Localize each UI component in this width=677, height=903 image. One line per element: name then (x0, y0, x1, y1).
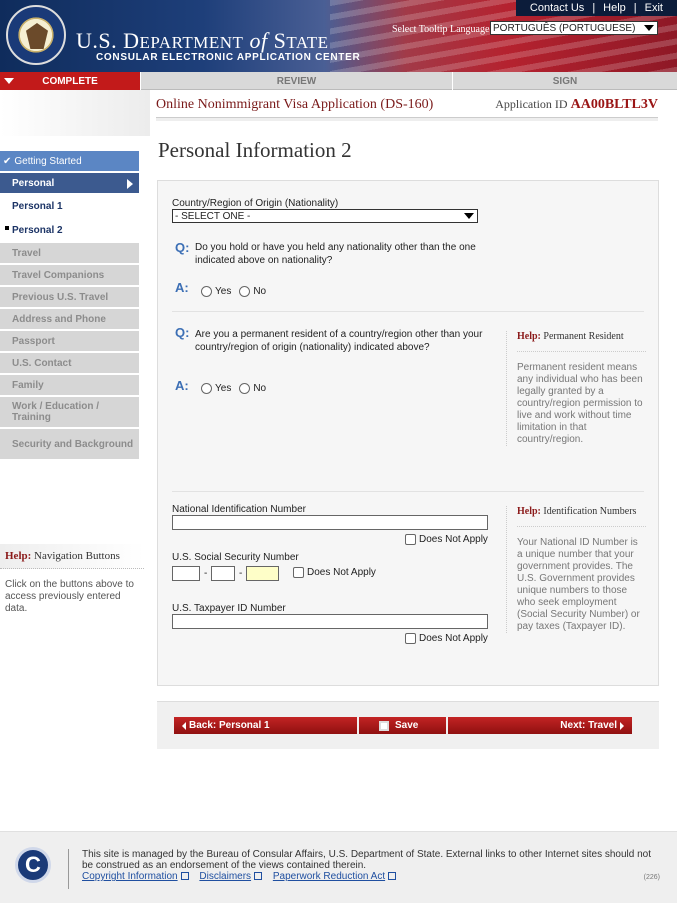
permanent-resident-radio-group: Yes No (201, 383, 274, 394)
page-code: (226) (643, 874, 660, 881)
page-title: Personal Information 2 (158, 138, 352, 162)
tin-does-not-apply-checkbox[interactable] (405, 633, 416, 644)
top-links: Contact Us | Help | Exit (515, 0, 677, 16)
sidebar-item-personal-1[interactable]: Personal 1 (0, 195, 139, 219)
permanent-resident-help: Help: Permanent Resident Permanent resid… (506, 331, 646, 446)
ssn-part-2-input[interactable] (211, 566, 235, 581)
sidebar-item-address-phone: Address and Phone (0, 309, 139, 331)
sidebar-item-previous-travel: Previous U.S. Travel (0, 287, 139, 309)
eagle-icon (26, 23, 48, 49)
footer-text: This site is managed by the Bureau of Co… (82, 849, 651, 871)
sidebar-nav: ✔ Getting Started Personal Personal 1 Per… (0, 151, 139, 461)
ssn-part-3-input[interactable] (246, 566, 279, 581)
other-nationality-question: Do you hold or have you held any nationa… (195, 242, 476, 266)
other-nationality-no-radio[interactable] (239, 286, 251, 297)
ssn-does-not-apply-checkbox[interactable] (293, 567, 304, 578)
external-link-icon (388, 872, 397, 880)
next-button[interactable]: Next: Travel (448, 717, 632, 734)
divider (172, 491, 644, 492)
checkmark-icon: ✔ (3, 155, 12, 167)
chevron-down-icon (464, 213, 474, 219)
arrow-left-icon (182, 721, 186, 730)
tin-does-not-apply: Does Not Apply (405, 633, 488, 644)
divider (156, 117, 658, 121)
application-id-value: AA00BLTL3V (570, 97, 658, 112)
chevron-right-icon (127, 179, 133, 189)
ssn-part-1-input[interactable] (172, 566, 200, 581)
permanent-resident-question: Are you a permanent resident of a countr… (195, 329, 483, 353)
sidebar-item-us-contact: U.S. Contact (0, 353, 139, 375)
divider (68, 849, 69, 889)
copyright-link[interactable]: Copyright Information (82, 871, 189, 882)
tooltip-language-select[interactable]: PORTUGUÊS (PORTUGUESE) (490, 21, 658, 35)
button-bar: Back: Personal 1 Save Next: Travel (157, 701, 659, 749)
national-id-does-not-apply-checkbox[interactable] (405, 534, 416, 545)
sidebar-item-travel: Travel (0, 243, 139, 265)
tooltip-language-label: Select Tooltip Language (392, 24, 490, 35)
step-complete: COMPLETE (0, 72, 141, 90)
site-header: U.S. DEPARTMENT of STATE CONSULAR ELECTR… (0, 0, 677, 72)
nationality-select[interactable]: - SELECT ONE - (172, 209, 478, 223)
question-marker: Q: (175, 325, 190, 340)
back-button[interactable]: Back: Personal 1 (174, 717, 357, 734)
answer-marker: A: (175, 378, 189, 393)
arrow-right-icon (620, 721, 624, 730)
sidebar-item-personal[interactable]: Personal (0, 173, 139, 195)
application-id: Application ID AA00BLTL3V (495, 97, 658, 112)
paperwork-reduction-link[interactable]: Paperwork Reduction Act (273, 871, 397, 882)
divider (172, 311, 644, 312)
navigation-help: Help: Navigation Buttons Click on the bu… (0, 544, 144, 625)
form-panel: Country/Region of Origin (Nationality) -… (157, 180, 659, 686)
nationality-label: Country/Region of Origin (Nationality) (172, 198, 339, 209)
bullet-icon (5, 226, 9, 230)
consular-affairs-logo-icon: C (15, 847, 51, 883)
exit-link[interactable]: Exit (637, 2, 671, 14)
other-nationality-radio-group: Yes No (201, 286, 274, 297)
national-id-does-not-apply: Does Not Apply (405, 534, 488, 545)
tin-input[interactable] (172, 614, 488, 629)
external-link-icon (180, 872, 189, 880)
ssn-label: U.S. Social Security Number (172, 552, 299, 563)
step-review: REVIEW (141, 72, 453, 90)
department-title: U.S. DEPARTMENT of STATE (76, 28, 329, 53)
footer-links: Copyright Information Disclaimers Paperw… (82, 871, 404, 882)
department-subtitle: CONSULAR ELECTRONIC APPLICATION CENTER (96, 52, 361, 63)
sidebar-item-security: Security and Background (0, 429, 139, 461)
disclaimers-link[interactable]: Disclaimers (199, 871, 263, 882)
question-marker: Q: (175, 240, 190, 255)
state-department-seal-icon (6, 5, 66, 65)
progress-bar: COMPLETE REVIEW SIGN (0, 72, 677, 90)
help-link[interactable]: Help (595, 2, 634, 14)
form-title: Online Nonimmigrant Visa Application (DS… (156, 97, 434, 112)
floppy-disk-icon (379, 720, 389, 731)
sidebar-item-work-education: Work / Education / Training (0, 397, 139, 429)
national-id-label: National Identification Number (172, 504, 306, 515)
ssn-does-not-apply: Does Not Apply (293, 567, 376, 578)
footer: C This site is managed by the Bureau of … (0, 831, 677, 903)
sidebar-item-family: Family (0, 375, 139, 397)
answer-marker: A: (175, 280, 189, 295)
permanent-resident-yes-radio[interactable] (201, 383, 212, 394)
sidebar-item-travel-companions: Travel Companions (0, 265, 139, 287)
tin-label: U.S. Taxpayer ID Number (172, 603, 286, 614)
step-sign: SIGN (552, 75, 578, 87)
sidebar-item-passport: Passport (0, 331, 139, 353)
identification-help: Help: Identification Numbers Your Nation… (506, 506, 646, 633)
permanent-resident-no-radio[interactable] (239, 383, 251, 394)
sidebar-item-personal-2[interactable]: Personal 2 (0, 219, 139, 243)
left-gradient (0, 90, 150, 136)
sidebar-item-getting-started[interactable]: ✔ Getting Started (0, 151, 139, 173)
contact-us-link[interactable]: Contact Us (522, 2, 592, 14)
other-nationality-yes-radio[interactable] (201, 286, 212, 297)
chevron-down-icon (644, 25, 654, 31)
external-link-icon (254, 872, 263, 880)
national-id-input[interactable] (172, 515, 488, 530)
save-button[interactable]: Save (359, 717, 446, 734)
arrow-down-icon (4, 78, 14, 84)
